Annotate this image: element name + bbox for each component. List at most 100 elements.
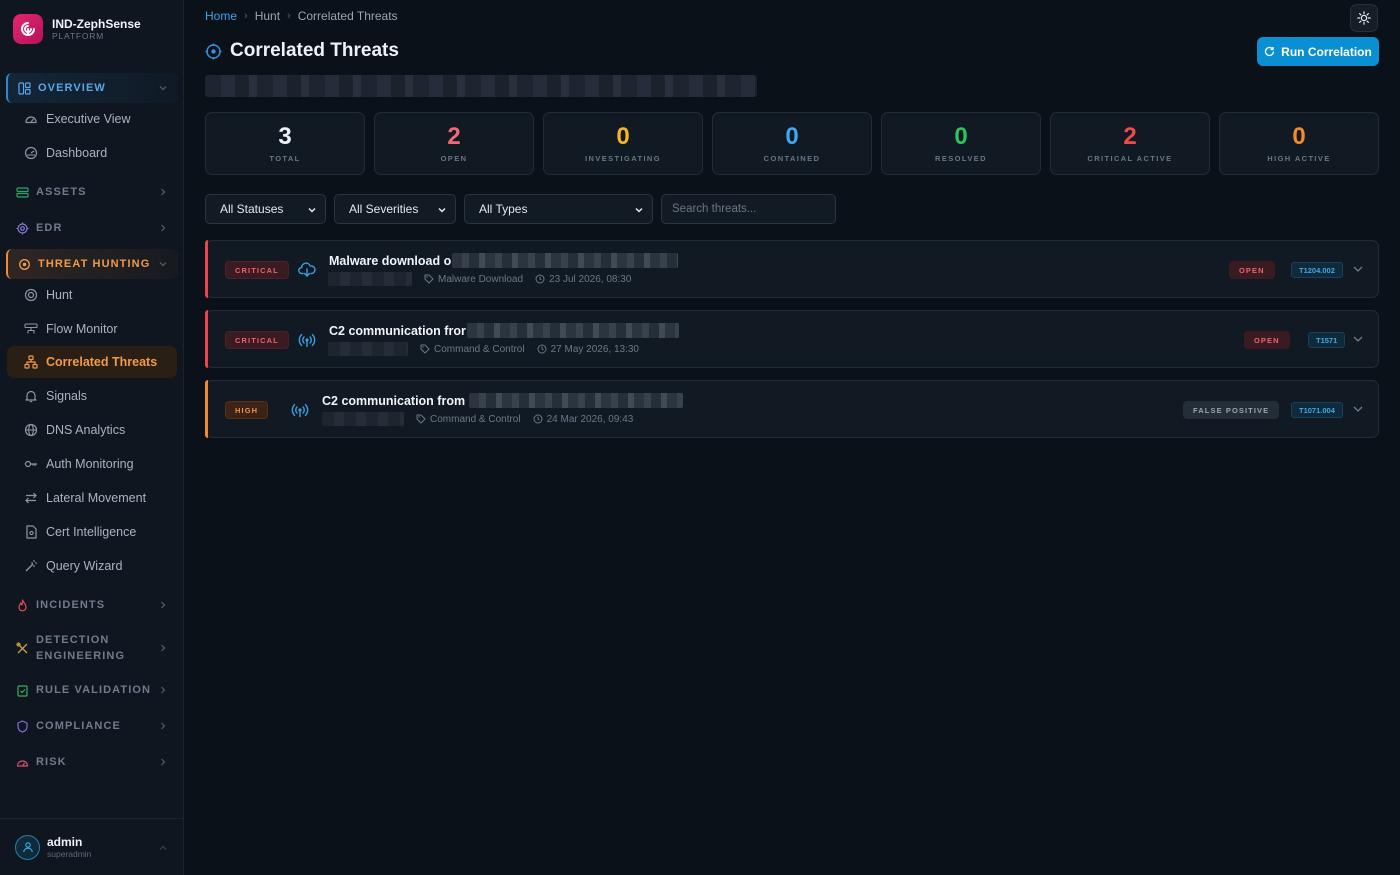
- stat-value: 0: [616, 123, 630, 150]
- stat-label: TOTAL: [269, 154, 301, 163]
- threat-time: 23 Jul 2026, 08:30: [535, 274, 631, 285]
- nav-section-risk[interactable]: RISK: [6, 747, 178, 777]
- threat-row[interactable]: CRITICAL Malware download o Malware Down…: [205, 240, 1379, 298]
- nav-section-label-line2: ENGINEERING: [36, 650, 126, 662]
- breadcrumb-separator: ›: [287, 10, 291, 22]
- status-badge: OPEN: [1244, 331, 1290, 349]
- redacted-text: [452, 253, 679, 268]
- search-threats-input[interactable]: [661, 194, 836, 224]
- stat-value: 0: [1292, 123, 1306, 150]
- breadcrumb-current: Correlated Threats: [297, 9, 398, 23]
- chevron-down-icon[interactable]: [1352, 333, 1364, 345]
- sidebar-item-label: Cert Intelligence: [46, 525, 137, 539]
- nav-section-edr[interactable]: EDR: [6, 213, 178, 243]
- sidebar-item-dashboard[interactable]: Dashboard: [7, 137, 177, 169]
- clock-icon: [535, 274, 545, 284]
- chevron-down-icon: [308, 207, 316, 213]
- nav-section-threat-hunting[interactable]: THREAT HUNTING: [6, 249, 178, 279]
- refresh-icon: [1265, 46, 1275, 57]
- chevron-right-icon: [161, 644, 166, 652]
- nav-section-incidents[interactable]: INCIDENTS: [6, 590, 178, 620]
- sidebar-item-hunt[interactable]: Hunt: [7, 279, 177, 311]
- sidebar-item-flow-monitor[interactable]: Flow Monitor: [7, 313, 177, 345]
- breadcrumb-home[interactable]: Home: [205, 9, 237, 23]
- threat-title: C2 communication from: [322, 393, 684, 408]
- globe-icon: [23, 423, 38, 438]
- nav-section-rule-validation[interactable]: RULE VALIDATION: [6, 675, 178, 705]
- severity-badge: CRITICAL: [225, 331, 289, 349]
- chevron-right-icon: [161, 188, 166, 196]
- status-badge: FALSE POSITIVE: [1183, 401, 1280, 419]
- cloud-download-icon: [297, 260, 317, 280]
- threat-row[interactable]: HIGH C2 communication from Command & Con…: [205, 380, 1379, 438]
- severity-filter-select[interactable]: All Severities: [334, 194, 456, 224]
- stat-label: INVESTIGATING: [585, 154, 661, 163]
- sidebar-item-label: Executive View: [46, 112, 131, 126]
- severity-edge: [205, 380, 208, 438]
- threat-row[interactable]: CRITICAL C2 communication fror Command &…: [205, 310, 1379, 368]
- redacted-text: [466, 323, 679, 338]
- sidebar-item-query-wizard[interactable]: Query Wizard: [7, 550, 177, 582]
- threat-time-text: 27 May 2026, 13:30: [550, 343, 639, 355]
- sidebar-item-correlated-threats[interactable]: Correlated Threats: [7, 346, 177, 378]
- stat-label: CONTAINED: [763, 154, 821, 163]
- nav-section-overview[interactable]: OVERVIEW: [6, 73, 178, 103]
- speedometer-icon: [15, 755, 29, 769]
- stat-value: 0: [954, 123, 968, 150]
- sidebar-item-executive-view[interactable]: Executive View: [7, 103, 177, 135]
- stat-value: 2: [1123, 123, 1137, 150]
- sidebar-item-label: Query Wizard: [46, 559, 123, 573]
- breadcrumb: Home › Hunt › Correlated Threats: [205, 9, 398, 23]
- chip-icon: [15, 221, 29, 235]
- broadcast-icon: [290, 400, 310, 420]
- run-correlation-button[interactable]: Run Correlation: [1257, 37, 1379, 66]
- mitre-technique-tag[interactable]: T1571: [1308, 332, 1346, 348]
- tag-icon: [424, 274, 434, 284]
- sidebar-item-lateral-movement[interactable]: Lateral Movement: [7, 482, 177, 514]
- sidebar: IND-ZephSense PLATFORM OVERVIEW Executiv…: [0, 0, 184, 875]
- flow-icon: [23, 322, 38, 337]
- nav-section-label: COMPLIANCE: [36, 720, 121, 732]
- stat-card-investigating: 0 INVESTIGATING: [543, 112, 703, 175]
- threat-meta: Command & Control 27 May 2026, 13:30: [328, 342, 651, 356]
- mitre-technique-tag[interactable]: T1071.004: [1291, 402, 1343, 418]
- mitre-technique-tag[interactable]: T1204.002: [1291, 262, 1343, 278]
- chevron-right-icon: [161, 722, 166, 730]
- crosshair-icon: [205, 43, 222, 59]
- nav-section-detection-engineering[interactable]: DETECTION ENGINEERING: [6, 630, 178, 666]
- crosshair-icon: [17, 257, 31, 271]
- brand[interactable]: IND-ZephSense PLATFORM: [13, 14, 141, 44]
- key-icon: [23, 457, 38, 472]
- run-correlation-label: Run Correlation: [1281, 44, 1372, 59]
- nav-section-compliance[interactable]: COMPLIANCE: [6, 711, 178, 741]
- sidebar-item-signals[interactable]: Signals: [7, 380, 177, 412]
- user-menu[interactable]: admin superadmin: [0, 818, 184, 875]
- sidebar-item-cert-intelligence[interactable]: Cert Intelligence: [7, 516, 177, 548]
- sidebar-item-label: Hunt: [46, 288, 73, 302]
- type-filter-select[interactable]: All Types: [464, 194, 653, 224]
- nav-section-assets[interactable]: ASSETS: [6, 177, 178, 207]
- stat-card-high-active: 0 HIGH ACTIVE: [1219, 112, 1379, 175]
- tag-icon: [416, 414, 426, 424]
- threat-category-text: Command & Control: [430, 413, 521, 425]
- status-badge: OPEN: [1229, 261, 1275, 279]
- breadcrumb-hunt[interactable]: Hunt: [255, 9, 280, 23]
- sidebar-item-dns-analytics[interactable]: DNS Analytics: [7, 414, 177, 446]
- chevron-down-icon[interactable]: [1352, 403, 1364, 415]
- sidebar-item-auth-monitoring[interactable]: Auth Monitoring: [7, 448, 177, 480]
- chevron-down-icon[interactable]: [1352, 263, 1364, 275]
- nav-section-label-line1: DETECTION: [36, 634, 110, 646]
- type-filter-value: All Types: [479, 202, 528, 216]
- sidebar-item-label: Dashboard: [46, 146, 108, 160]
- broadcast-icon: [297, 330, 317, 350]
- sidebar-item-label: Flow Monitor: [46, 322, 118, 336]
- threat-category-text: Malware Download: [438, 273, 524, 285]
- status-filter-select[interactable]: All Statuses: [205, 194, 326, 224]
- stat-label: CRITICAL ACTIVE: [1087, 154, 1173, 163]
- network-tree-icon: [23, 355, 38, 370]
- stat-card-contained: 0 CONTAINED: [712, 112, 872, 175]
- user-role: superadmin: [47, 848, 92, 859]
- chevron-right-icon: [161, 758, 166, 766]
- theme-toggle-button[interactable]: [1350, 4, 1378, 32]
- threat-category-text: Command & Control: [434, 343, 525, 355]
